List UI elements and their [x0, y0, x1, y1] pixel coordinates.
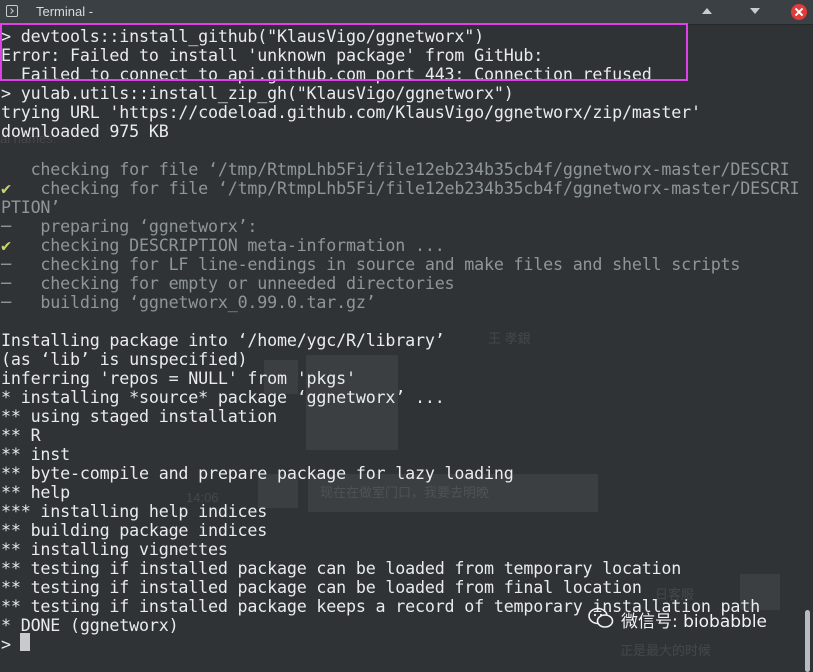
terminal-line: ─ checking for empty or unneeded directo… — [1, 273, 455, 293]
terminal-line: (as ‘lib’ is unspecified) — [1, 349, 248, 369]
terminal-line: Installing package into ‘/home/ygc/R/lib… — [1, 330, 445, 350]
terminal-line: ** help — [1, 482, 70, 502]
wechat-watermark: 微信号: biobabble — [588, 604, 798, 634]
terminal-output[interactable]: > devtools::install_github("KlausVigo/gg… — [0, 25, 800, 654]
terminal-line: PTION’ — [1, 197, 61, 217]
terminal-line: ─ preparing ‘ggnetworx’: — [1, 217, 257, 236]
bullet-dash: ─ — [1, 273, 11, 293]
close-button[interactable] — [791, 4, 807, 20]
line-text: checking for empty or unneeded directori… — [10, 273, 455, 293]
line-text: checking for LF line-endings in source a… — [10, 254, 741, 274]
terminal-icon — [6, 5, 18, 17]
line-text: building ‘ggnetworx_0.99.0.tar.gz’ — [10, 292, 376, 312]
line-text: preparing ‘ggnetworx’: — [10, 216, 258, 236]
terminal-line: * installing *source* package ‘ggnetworx… — [1, 387, 445, 407]
window-title: Terminal - — [36, 4, 94, 19]
scrollbar[interactable] — [803, 25, 813, 672]
terminal-line: ** inst — [1, 444, 70, 464]
bullet-dash: ─ — [1, 216, 11, 236]
terminal-line: ** installing vignettes — [1, 539, 228, 559]
terminal-line: ─ checking for LF line-endings in source… — [1, 255, 740, 274]
terminal-line: checking for file ‘/tmp/RtmpLhb5Fi/file1… — [1, 159, 790, 179]
terminal-line: inferring 'repos = NULL' from 'pkgs' — [1, 368, 356, 388]
terminal-line: ─ building ‘ggnetworx_0.99.0.tar.gz’ — [1, 293, 376, 312]
terminal-line: ** R — [1, 425, 41, 445]
title-bar: Terminal - — [0, 0, 813, 25]
line-text: checking for file ‘/tmp/RtmpLhb5Fi/file1… — [10, 178, 800, 198]
terminal-line: ✔ checking DESCRIPTION meta-information … — [1, 236, 445, 255]
terminal-line: > devtools::install_github("KlausVigo/gg… — [1, 26, 484, 46]
terminal-line: ** testing if installed package can be l… — [1, 577, 642, 597]
text-cursor — [20, 633, 30, 651]
terminal-line: downloaded 975 KB — [1, 121, 169, 141]
terminal-line: ✔ checking for file ‘/tmp/RtmpLhb5Fi/fil… — [1, 178, 800, 198]
scrollbar-thumb[interactable] — [805, 610, 810, 672]
terminal-line: > yulab.utils::install_zip_gh("KlausVigo… — [1, 83, 514, 103]
wechat-icon — [588, 607, 614, 628]
terminal-line: ** using staged installation — [1, 406, 277, 426]
check-mark-icon: ✔ — [1, 178, 11, 198]
bullet-dash: ─ — [1, 292, 11, 312]
bullet-dash: ─ — [1, 254, 11, 274]
terminal-line: trying URL 'https://codeload.github.com/… — [1, 102, 701, 122]
maximize-button[interactable] — [700, 5, 714, 19]
terminal-line: *** installing help indices — [1, 501, 268, 521]
check-mark-icon: ✔ — [1, 235, 11, 255]
terminal-line: Failed to connect to api.github.com port… — [1, 64, 652, 84]
terminal-line: ** testing if installed package can be l… — [1, 558, 682, 578]
watermark-text: 微信号: biobabble — [621, 612, 768, 632]
terminal-line: Error: Failed to install 'unknown packag… — [1, 45, 544, 65]
minimize-button[interactable] — [748, 5, 762, 19]
terminal-line: ** building package indices — [1, 520, 268, 540]
line-text: checking DESCRIPTION meta-information ..… — [10, 235, 445, 255]
terminal-line: > — [1, 634, 21, 654]
terminal-line: ** byte-compile and prepare package for … — [1, 463, 514, 483]
